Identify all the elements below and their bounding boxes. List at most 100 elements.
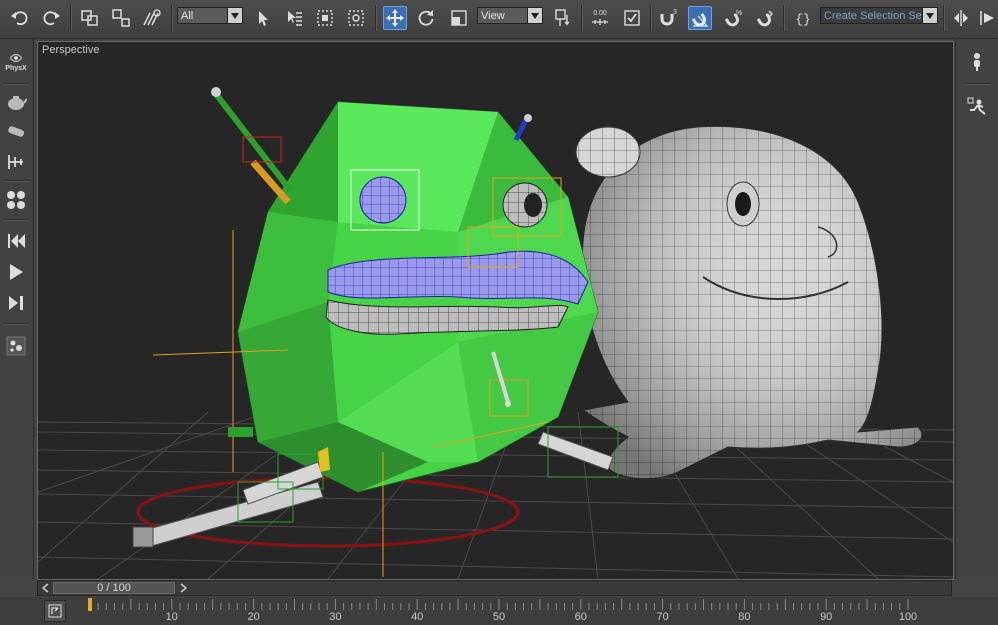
mirror-icon xyxy=(954,10,968,26)
physx-logo-icon xyxy=(9,54,23,62)
biped-button[interactable] xyxy=(964,94,990,120)
curve-editor-icon xyxy=(48,604,62,618)
step-forward-button[interactable] xyxy=(3,290,29,316)
select-and-move-button[interactable] xyxy=(383,6,407,30)
redo-button[interactable] xyxy=(40,6,64,30)
magnet-icon: 3 xyxy=(660,9,677,26)
bind-to-space-warp-button[interactable] xyxy=(140,6,164,30)
unlink-selection-button[interactable] xyxy=(109,6,133,30)
unlink-icon xyxy=(112,9,130,27)
named-selection-sets-dropdown[interactable]: Create Selection Set xyxy=(820,7,938,24)
running-figure-icon xyxy=(967,97,986,115)
spinner-snap-icon xyxy=(756,10,773,27)
seal-mesh xyxy=(575,125,923,480)
cursor-arrow-icon xyxy=(259,11,268,26)
percent-snap-toggle-button[interactable]: % xyxy=(721,6,745,30)
link-icon xyxy=(81,10,98,26)
select-and-scale-button[interactable] xyxy=(447,6,471,30)
timeline-ticks xyxy=(88,598,909,611)
rectangle-selection-icon xyxy=(317,10,333,26)
redo-icon xyxy=(43,11,60,26)
frame-display: 0 / 100 xyxy=(97,582,131,594)
reference-coordinate-dropdown[interactable]: View xyxy=(477,7,543,24)
time-slider-thumb[interactable]: 0 / 100 xyxy=(53,582,175,594)
rotate-icon xyxy=(418,10,434,26)
next-frame-icon[interactable] xyxy=(178,583,188,593)
physx-label: PhysX xyxy=(5,65,27,72)
character-button[interactable] xyxy=(964,49,990,75)
svg-text:{}: {} xyxy=(795,12,811,27)
rewind-button[interactable] xyxy=(3,228,29,254)
perspective-viewport[interactable]: Perspective xyxy=(37,41,954,580)
timeline-tick-label: 10 xyxy=(165,611,178,623)
track-bar: 0102030405060708090100 xyxy=(0,597,998,625)
chevron-down-icon xyxy=(227,8,242,23)
braces-icon: {} xyxy=(795,12,811,27)
time-slider[interactable]: 0 / 100 xyxy=(37,580,952,596)
timeline-tick-label: 30 xyxy=(329,611,342,623)
timeline-tick-label: 100 xyxy=(898,611,918,623)
select-and-rotate-button[interactable] xyxy=(414,6,438,30)
teapot-icon xyxy=(8,96,27,110)
previous-frame-icon[interactable] xyxy=(41,583,51,593)
space-warp-icon xyxy=(143,9,161,26)
chevron-down-icon xyxy=(922,8,937,23)
select-by-name-icon xyxy=(288,11,302,26)
edit-named-selection-sets-button[interactable]: {} xyxy=(791,6,815,30)
main-toolbar: All View 0.00 3 % {} Create Selection Se… xyxy=(0,0,998,39)
scale-icon xyxy=(451,10,467,26)
four-dots-icon xyxy=(7,191,25,209)
keyboard-shortcut-override-button[interactable]: 0.00 xyxy=(588,6,612,30)
align-icon xyxy=(980,11,994,25)
edit-named-selection-button[interactable] xyxy=(620,6,644,30)
timeline-tick-label: 60 xyxy=(574,611,587,623)
rewind-icon xyxy=(8,234,25,248)
snap-toggle-label: 3 xyxy=(673,9,677,16)
align-button[interactable] xyxy=(976,6,998,30)
multi-object-button[interactable] xyxy=(3,187,29,213)
create-rigid-body-button[interactable] xyxy=(3,119,29,145)
open-mini-curve-editor-button[interactable] xyxy=(44,600,66,622)
constraint-button[interactable] xyxy=(3,149,29,175)
chevron-down-icon xyxy=(527,8,542,23)
play-button[interactable] xyxy=(3,259,29,285)
shortcut-override-icon: 0.00 xyxy=(592,10,608,25)
move-icon xyxy=(386,9,404,27)
timeline-tick-label: 70 xyxy=(656,611,669,623)
scene-render xyxy=(38,87,953,579)
snaps-toggle-button[interactable]: 3 xyxy=(656,6,680,30)
timeline-tick-label: 20 xyxy=(247,611,260,623)
reference-coordinate-value: View xyxy=(481,10,505,22)
angle-snap-toggle-button[interactable] xyxy=(688,6,712,30)
play-icon xyxy=(10,264,23,280)
svg-text:%: % xyxy=(736,10,742,17)
physx-button[interactable]: PhysX xyxy=(3,49,29,75)
spinner-snap-toggle-button[interactable] xyxy=(753,6,777,30)
scene-explorer-icon xyxy=(6,336,26,356)
current-frame-marker xyxy=(88,598,92,611)
left-command-bar: PhysX xyxy=(0,39,34,579)
undo-button[interactable] xyxy=(7,6,31,30)
use-pivot-point-center-button[interactable] xyxy=(551,6,575,30)
checkbox-icon xyxy=(624,10,640,26)
timeline-tick-label: 80 xyxy=(738,611,751,623)
explorer-button[interactable] xyxy=(3,333,29,359)
mirror-button[interactable] xyxy=(949,6,973,30)
select-by-name-button[interactable] xyxy=(282,6,306,30)
timeline-tick-label: 40 xyxy=(411,611,424,623)
viewport-label[interactable]: Perspective xyxy=(42,44,99,56)
selection-filter-value: All xyxy=(181,10,194,22)
named-selection-placeholder: Create Selection Set xyxy=(824,10,925,22)
left-eye-mesh xyxy=(359,176,407,224)
window-crossing-button[interactable] xyxy=(344,6,368,30)
timeline-ruler[interactable]: 0102030405060708090100 xyxy=(88,597,918,625)
rectangular-selection-region-button[interactable] xyxy=(313,6,337,30)
selection-filter-dropdown[interactable]: All xyxy=(177,7,243,24)
simulate-button[interactable] xyxy=(3,89,29,115)
rigid-body-icon xyxy=(8,126,25,137)
constraint-icon xyxy=(8,155,23,169)
snap-value-text: 0.00 xyxy=(593,10,607,17)
select-and-link-button[interactable] xyxy=(78,6,102,30)
timeline-tick-label: 90 xyxy=(820,611,833,623)
select-object-button[interactable] xyxy=(251,6,275,30)
